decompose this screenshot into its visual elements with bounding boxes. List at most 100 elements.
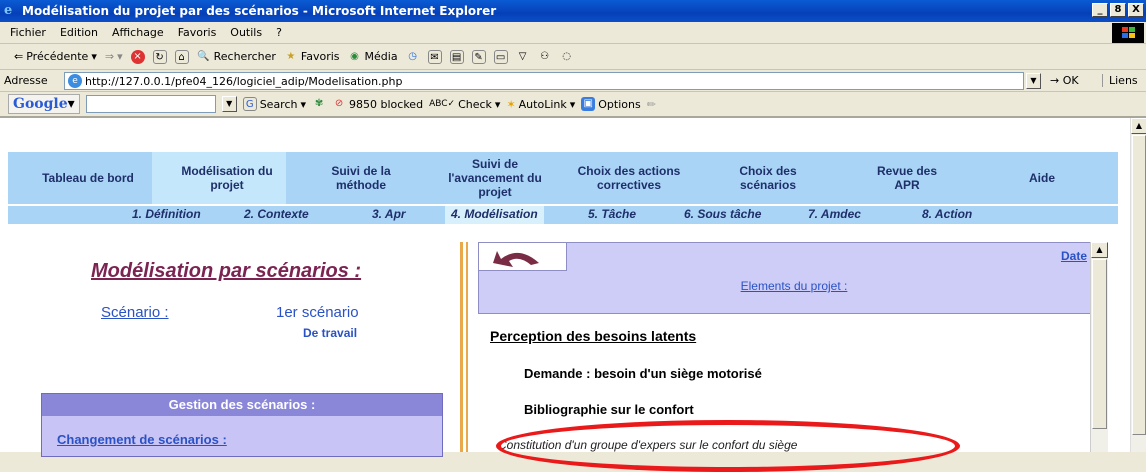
- tab-modelisation[interactable]: Modélisation du projet: [152, 152, 302, 204]
- main-nav-tabs: Tableau de bord Modélisation du projet S…: [8, 152, 1118, 204]
- page-scrollbar[interactable]: ▲: [1130, 118, 1146, 452]
- back-label: Précédente: [26, 50, 89, 63]
- forward-arrow-icon: ⇒: [104, 50, 115, 63]
- back-button-page[interactable]: [479, 243, 567, 271]
- history-icon[interactable]: ◷: [406, 50, 420, 64]
- chevron-down-icon: ▾: [91, 50, 97, 63]
- tab-suivi-methode-label: Suivi de la méthode: [331, 164, 391, 192]
- google-search-button[interactable]: G Search ▾: [242, 97, 306, 111]
- chat-icon[interactable]: ◌: [560, 50, 574, 64]
- left-panel: Modélisation par scénarios : Scénario : …: [8, 224, 461, 457]
- scroll-thumb[interactable]: [1092, 259, 1107, 429]
- subtab-definition[interactable]: 1. Définition: [132, 207, 201, 221]
- scenario-link[interactable]: Scénario :: [101, 304, 169, 321]
- media-button[interactable]: ◉ Média: [348, 50, 398, 64]
- address-label: Adresse: [4, 74, 48, 87]
- change-scenario-link[interactable]: Changement de scénarios :: [57, 432, 227, 447]
- scenario-value: 1er scénario: [276, 304, 359, 321]
- messenger-icon[interactable]: ⚇: [538, 50, 552, 64]
- scroll-up-icon[interactable]: ▲: [1131, 118, 1146, 134]
- standard-toolbar: ⇐ Précédente ▾ ⇒ ▾ × ↻ ⌂ 🔍 Rechercher ★ …: [0, 44, 1146, 70]
- go-arrow-icon: →: [1050, 74, 1060, 87]
- pagerank-icon[interactable]: ✾: [312, 97, 326, 111]
- favorites-button[interactable]: ★ Favoris: [284, 50, 340, 64]
- highlighter-icon[interactable]: ✏: [647, 98, 656, 111]
- google-g-icon: G: [242, 97, 257, 111]
- tab-actions-correctives[interactable]: Choix des actions correctives: [554, 152, 704, 204]
- tab-tableau-de-bord[interactable]: Tableau de bord: [8, 152, 168, 204]
- google-dropdown[interactable]: ▼: [221, 96, 237, 112]
- address-input[interactable]: e http://127.0.0.1/pfe04_126/logiciel_ad…: [64, 72, 1024, 90]
- close-button[interactable]: X: [1128, 3, 1144, 17]
- section-title: Perception des besoins latents: [490, 328, 697, 344]
- sub-nav-tabs: 1. Définition 2. Contexte 3. Apr 4. Modé…: [8, 206, 1118, 224]
- tab-modelisation-label: Modélisation du projet: [181, 164, 273, 192]
- subtab-amdec[interactable]: 7. Amdec: [808, 207, 861, 221]
- autolink-button[interactable]: ✶ AutoLink ▾: [506, 98, 575, 111]
- home-icon[interactable]: ⌂: [174, 49, 189, 64]
- favorites-label: Favoris: [300, 50, 340, 63]
- project-elements-link[interactable]: Elements du projet :: [479, 279, 1109, 293]
- google-search-label: Search: [259, 97, 298, 111]
- search-icon: 🔍: [197, 50, 210, 62]
- scroll-up-icon[interactable]: ▲: [1091, 242, 1108, 258]
- tab-revue-apr-label: Revue des APR: [876, 164, 938, 192]
- window-title: Modélisation du projet par des scénarios…: [22, 4, 497, 18]
- google-search-input[interactable]: [85, 95, 216, 113]
- subtab-apr[interactable]: 3. Apr: [372, 207, 406, 221]
- project-element-item[interactable]: Demande : besoin d'un siège motorisé: [524, 366, 762, 381]
- menu-fichier[interactable]: Fichier: [10, 26, 46, 39]
- back-arrow-icon: [493, 251, 539, 267]
- search-label: Rechercher: [213, 50, 276, 63]
- subtab-contexte[interactable]: 2. Contexte: [244, 207, 309, 221]
- edit-icon[interactable]: ✎: [471, 49, 486, 64]
- panel-divider-inner: [466, 242, 468, 452]
- refresh-icon[interactable]: ↻: [152, 49, 167, 64]
- google-logo[interactable]: Google▾: [8, 94, 80, 114]
- tab-suivi-avancement-label: Suivi de l'avancement du projet: [448, 157, 542, 199]
- project-element-item[interactable]: Bibliographie sur le confort: [524, 402, 694, 417]
- go-label: OK: [1062, 74, 1079, 87]
- search-button[interactable]: 🔍 Rechercher: [197, 50, 276, 64]
- menu-edition[interactable]: Edition: [60, 26, 98, 39]
- tab-suivi-methode[interactable]: Suivi de la méthode: [286, 152, 436, 204]
- options-button[interactable]: ▣ Options: [581, 97, 641, 111]
- tab-revue-apr[interactable]: Revue des APR: [832, 152, 982, 204]
- options-label: Options: [598, 97, 641, 111]
- mail-icon[interactable]: ✉: [427, 49, 442, 64]
- minimize-button[interactable]: _: [1092, 3, 1108, 17]
- tab-aide[interactable]: Aide: [966, 152, 1118, 204]
- popup-blocked-icon: ⊘: [334, 98, 344, 109]
- research-icon[interactable]: ▽: [516, 50, 530, 64]
- scenario-management-header: Gestion des scénarios :: [42, 394, 442, 416]
- chevron-down-icon: ▾: [117, 50, 123, 63]
- subtab-action[interactable]: 8. Action: [922, 207, 972, 221]
- page-content: Tableau de bord Modélisation du projet S…: [0, 118, 1130, 457]
- subtab-sous-tache[interactable]: 6. Sous tâche: [684, 207, 761, 221]
- spellcheck-button[interactable]: ABC✓ Check ▾: [429, 98, 500, 111]
- frame-scrollbar[interactable]: ▲: [1090, 242, 1108, 452]
- menu-help[interactable]: ?: [276, 26, 282, 39]
- menu-affichage[interactable]: Affichage: [112, 26, 164, 39]
- tab-choix-scenarios[interactable]: Choix des scénarios: [688, 152, 848, 204]
- scroll-thumb[interactable]: [1132, 135, 1146, 435]
- links-button[interactable]: Liens: [1102, 74, 1138, 87]
- go-button[interactable]: → OK: [1050, 74, 1079, 87]
- popup-blocker-button[interactable]: ⊘ 9850 blocked: [332, 97, 423, 111]
- discuss-icon[interactable]: ▭: [493, 49, 508, 64]
- menu-favoris[interactable]: Favoris: [178, 26, 217, 39]
- stop-icon[interactable]: ×: [130, 49, 145, 64]
- subtab-tache[interactable]: 5. Tâche: [588, 207, 636, 221]
- forward-button[interactable]: ⇒ ▾: [105, 50, 123, 63]
- back-button[interactable]: ⇐ Précédente ▾: [14, 50, 97, 63]
- address-dropdown[interactable]: ▼: [1026, 73, 1041, 89]
- scenario-management-panel: Gestion des scénarios : Changement de sc…: [41, 393, 443, 457]
- print-icon[interactable]: ▤: [449, 49, 464, 64]
- subtab-modelisation[interactable]: 4. Modélisation: [445, 206, 544, 224]
- menu-outils[interactable]: Outils: [230, 26, 262, 39]
- maximize-button[interactable]: 8: [1110, 3, 1126, 17]
- autolink-icon: ✶: [506, 97, 516, 111]
- media-label: Média: [364, 50, 398, 63]
- date-link[interactable]: Date: [1061, 249, 1087, 263]
- tab-suivi-avancement[interactable]: Suivi de l'avancement du projet: [420, 152, 570, 204]
